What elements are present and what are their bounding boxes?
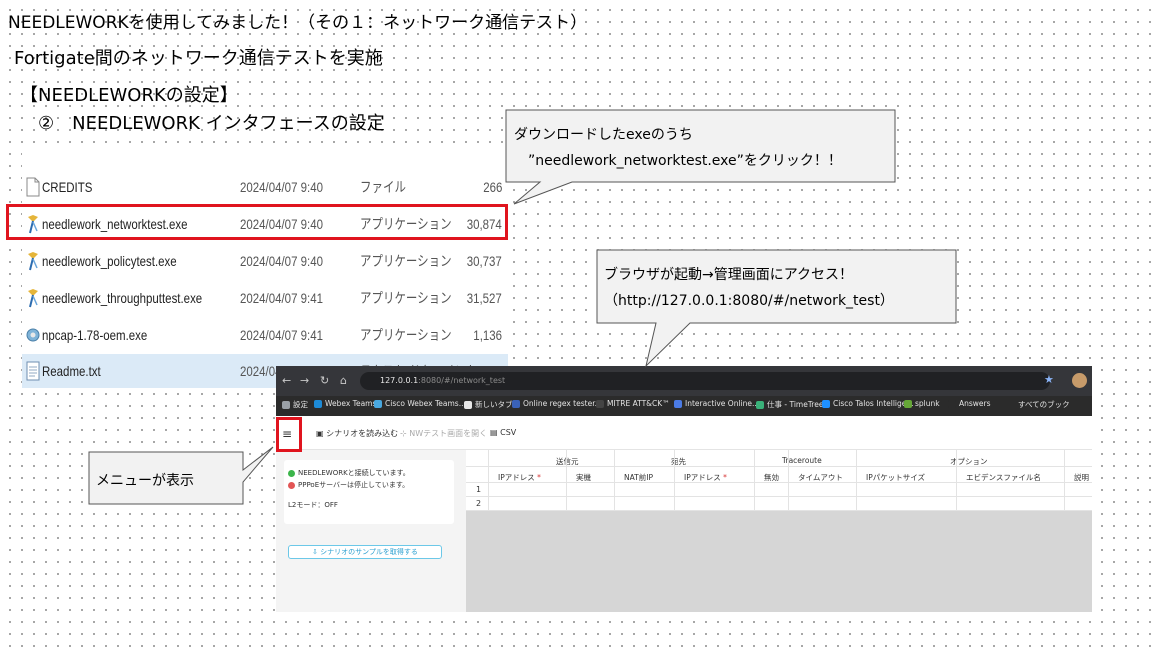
callout-menu-text: メニューが表示 xyxy=(96,473,194,489)
callout-download-line1: ダウンロードしたexeのうち xyxy=(514,127,693,143)
callout-browser-line2: （http://127.0.0.1:8080/#/network_test） xyxy=(604,293,894,309)
callout-download-line2: ”needlework_networktest.exe”をクリック！！ xyxy=(528,153,842,169)
callout-browser-line1: ブラウザが起動→管理画面にアクセス！ xyxy=(604,267,854,283)
callout-shapes xyxy=(88,109,957,505)
